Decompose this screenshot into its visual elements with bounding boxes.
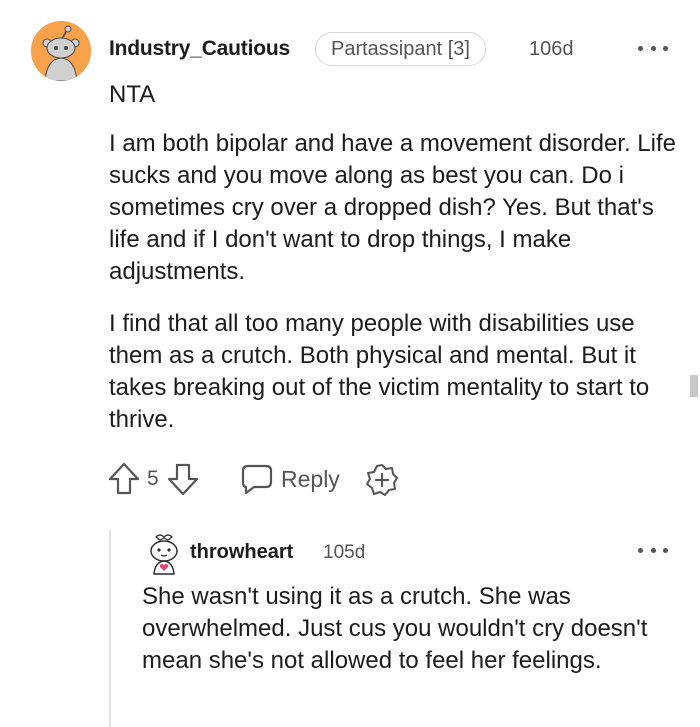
comment-paragraph-2: I find that all too many people with dis… xyxy=(109,310,650,433)
cartoon-avatar-icon xyxy=(150,534,178,575)
scrollbar-thumb[interactable] xyxy=(690,375,698,397)
reply-body: She wasn't using it as a crutch. She was… xyxy=(142,583,648,674)
user-flair-badge: Partassipant [3] xyxy=(315,32,486,66)
award-icon[interactable] xyxy=(365,463,399,502)
dot xyxy=(650,45,656,51)
comment-action-bar: 5 Reply xyxy=(107,460,407,500)
reply-label: Reply xyxy=(281,466,340,492)
downvote-icon[interactable] xyxy=(166,461,200,502)
snoo-avatar-icon xyxy=(31,21,91,81)
reply-avatar[interactable] xyxy=(144,531,184,575)
dot xyxy=(663,45,668,51)
comment-author[interactable]: Industry_Cautious xyxy=(109,37,290,61)
user-avatar[interactable] xyxy=(31,21,91,81)
dot xyxy=(638,547,643,553)
vote-score: 5 xyxy=(147,467,159,490)
upvote-icon[interactable] xyxy=(107,461,141,502)
dot xyxy=(638,45,643,51)
comment-timestamp[interactable]: 106d xyxy=(529,38,574,61)
comment-verdict: NTA xyxy=(109,81,156,108)
dot xyxy=(663,547,668,553)
comment-paragraph-1: I am both bipolar and have a movement di… xyxy=(109,130,676,285)
more-options-icon[interactable] xyxy=(638,36,668,60)
reply-more-options-icon[interactable] xyxy=(638,538,668,562)
reply-author[interactable]: throwheart xyxy=(190,541,293,564)
dot xyxy=(650,547,656,553)
comment-thread: Industry_Cautious Partassipant [3] 106d … xyxy=(0,0,700,727)
reply-bubble-icon xyxy=(240,462,274,501)
thread-line[interactable] xyxy=(109,530,111,727)
reply-button[interactable]: Reply xyxy=(240,460,350,498)
reply-timestamp[interactable]: 105d xyxy=(323,542,365,564)
